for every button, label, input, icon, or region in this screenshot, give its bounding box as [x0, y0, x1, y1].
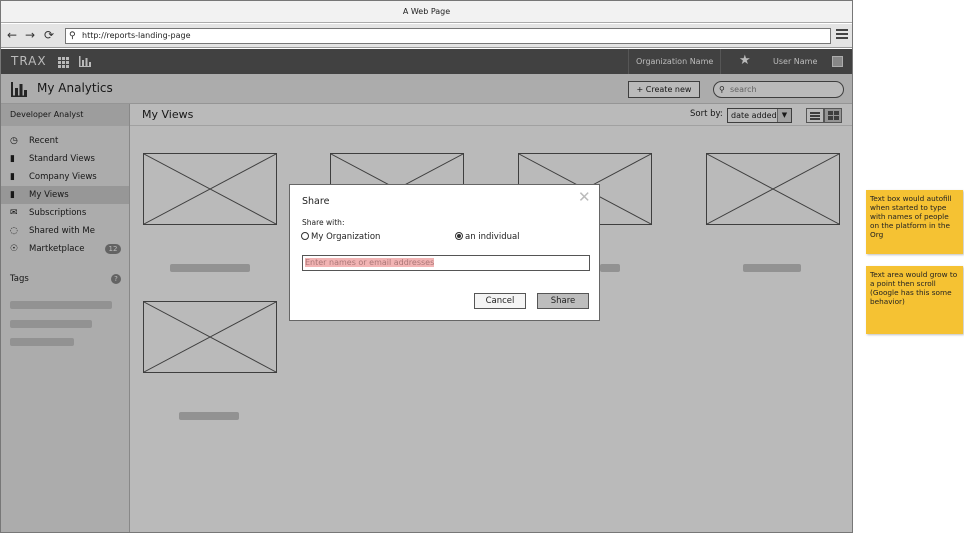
- radio-label: My Organization: [311, 232, 381, 242]
- sticky-note-text-area: Text area would grow to a point then scr…: [866, 266, 963, 334]
- forward-arrow-icon[interactable]: →: [25, 27, 35, 43]
- browser-window: A Web Page ← → ⟳ ⚲ http://reports-landin…: [0, 0, 853, 533]
- search-icon: ⚲: [69, 31, 76, 41]
- radio-selected-icon: [455, 232, 463, 240]
- window-title: A Web Page: [1, 1, 852, 23]
- reload-icon[interactable]: ⟳: [44, 27, 54, 43]
- url-input[interactable]: ⚲ http://reports-landing-page: [65, 28, 831, 44]
- radio-label: an individual: [465, 232, 520, 242]
- sticky-note-autofill: Text box would autofill when started to …: [866, 190, 963, 254]
- url-text: http://reports-landing-page: [82, 31, 191, 40]
- share-dialog: Share ✕ Share with: My Organization an i…: [289, 184, 600, 321]
- radio-individual[interactable]: an individual: [455, 232, 520, 242]
- names-email-input[interactable]: Enter names or email addresses: [302, 255, 590, 271]
- back-arrow-icon[interactable]: ←: [7, 27, 17, 43]
- share-button[interactable]: Share: [537, 293, 589, 309]
- dialog-title: Share: [302, 196, 330, 207]
- cancel-button[interactable]: Cancel: [474, 293, 526, 309]
- close-icon[interactable]: ✕: [578, 188, 591, 206]
- address-bar: ← → ⟳ ⚲ http://reports-landing-page: [1, 24, 852, 48]
- share-with-label: Share with:: [302, 218, 345, 227]
- radio-unselected-icon: [301, 232, 309, 240]
- radio-my-organization[interactable]: My Organization: [301, 232, 380, 242]
- hamburger-menu-icon[interactable]: [836, 29, 848, 41]
- names-placeholder: Enter names or email addresses: [305, 258, 435, 267]
